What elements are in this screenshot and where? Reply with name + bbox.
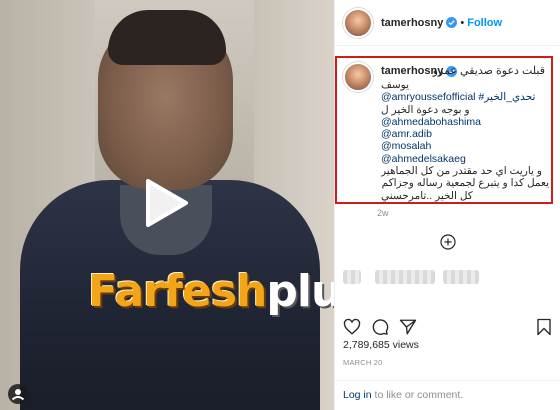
- post-header: tamerhosny • Follow: [335, 0, 560, 46]
- blurred-avatar: [343, 270, 361, 284]
- watermark-suffix: plus.com: [266, 266, 334, 317]
- separator-dot: •: [460, 16, 465, 29]
- caption-mention-link[interactable]: @amryoussefofficial #تحدي_الخير: [381, 91, 549, 103]
- username-link[interactable]: tamerhosny: [381, 17, 443, 29]
- caption-line: كل الخير ..تامرحسني: [381, 189, 473, 202]
- caption-first-line: قبلت دعوة صديقي عمرو: [432, 65, 545, 77]
- post-sidebar: tamerhosny • Follow tamerhosny قبلت دعوة…: [334, 0, 560, 410]
- login-link[interactable]: Log in: [343, 389, 372, 401]
- caption-line: و بوجه دعوة الخير ل: [381, 103, 470, 116]
- action-bar: [343, 318, 553, 338]
- caption-mention-link[interactable]: @ahmedelsakaeg: [381, 153, 549, 165]
- blurred-text: [375, 270, 435, 284]
- caption-mention-link[interactable]: @ahmedabohashima: [381, 116, 549, 128]
- user-tag-icon[interactable]: [8, 384, 28, 404]
- watermark-brand: Farfesh: [88, 266, 267, 317]
- verified-badge-icon: [446, 17, 458, 28]
- blurred-likers: [343, 266, 483, 288]
- caption-avatar[interactable]: [343, 62, 373, 92]
- blurred-text: [443, 270, 479, 284]
- caption-mention-link[interactable]: @amr.adib: [381, 128, 549, 140]
- person-hair: [108, 10, 226, 65]
- follow-button[interactable]: Follow: [467, 17, 502, 29]
- view-count[interactable]: 2,789,685 views: [343, 339, 419, 351]
- caption-mention-link[interactable]: @mosalah: [381, 140, 549, 152]
- plus-circle-icon[interactable]: [440, 234, 456, 250]
- post-video[interactable]: Farfeshplus.com: [0, 0, 334, 410]
- post-time-ago: 2w: [377, 208, 389, 218]
- caption-line: يعمل كدا و يتبرع لجمعية رساله وجزاكم الل…: [381, 177, 549, 190]
- play-icon[interactable]: [142, 178, 190, 228]
- post-date[interactable]: MARCH 20: [343, 358, 383, 367]
- bookmark-icon[interactable]: [535, 318, 553, 336]
- caption-line: و ياريت اي حد مقتدر من كل الجماهير: [381, 165, 542, 178]
- login-prompt-text: to like or comment.: [371, 389, 464, 401]
- login-prompt: Log in to like or comment.: [335, 380, 560, 410]
- caption-highlight: tamerhosny قبلت دعوة صديقي عمرو يوسف @amr…: [335, 56, 553, 204]
- watermark-logo: Farfeshplus.com: [88, 266, 334, 317]
- heart-icon[interactable]: [343, 318, 361, 336]
- caption-line: يوسف: [381, 79, 410, 91]
- share-icon[interactable]: [399, 318, 417, 336]
- avatar[interactable]: [343, 7, 373, 38]
- comment-icon[interactable]: [371, 318, 389, 336]
- caption-text: يوسف @amryoussefofficial #تحدي_الخير و بوج…: [381, 79, 549, 202]
